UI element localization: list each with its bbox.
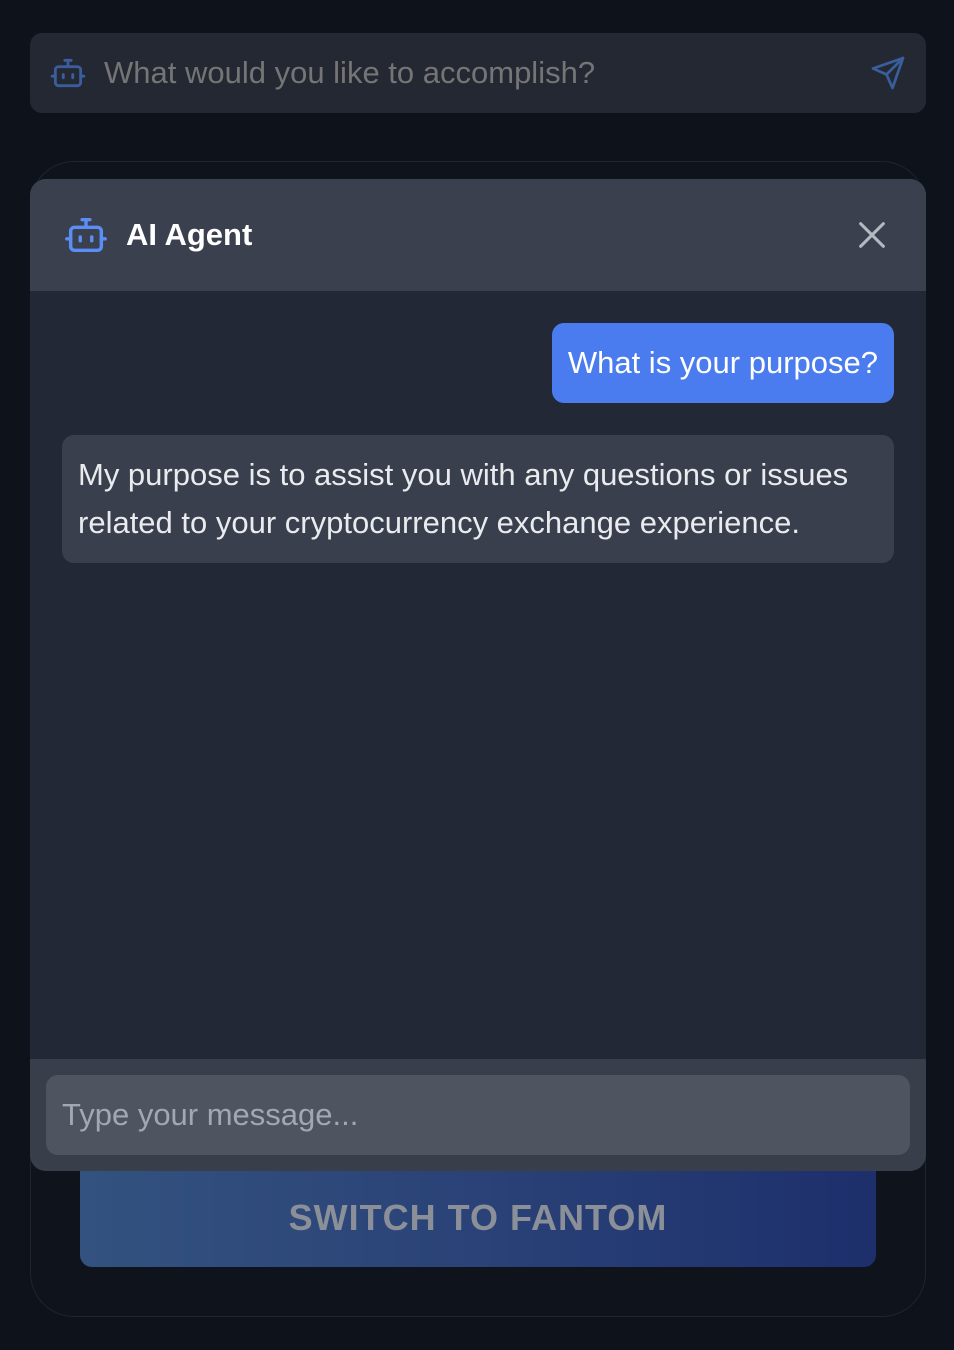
message-list: What is your purpose? My purpose is to a… (30, 291, 926, 1059)
user-message: What is your purpose? (551, 323, 894, 403)
robot-icon (62, 211, 110, 259)
message-input[interactable] (46, 1075, 910, 1155)
close-icon[interactable] (850, 213, 894, 257)
robot-icon (48, 53, 88, 93)
chat-input-area (30, 1059, 926, 1171)
task-input[interactable] (104, 55, 868, 91)
agent-message: My purpose is to assist you with any que… (62, 435, 894, 563)
chat-title: AI Agent (126, 217, 253, 252)
chat-header: AI Agent (30, 179, 926, 291)
chat-panel: AI Agent What is your purpose? My purpos… (30, 179, 926, 1171)
send-icon[interactable] (868, 53, 908, 93)
task-input-bar (30, 33, 926, 113)
